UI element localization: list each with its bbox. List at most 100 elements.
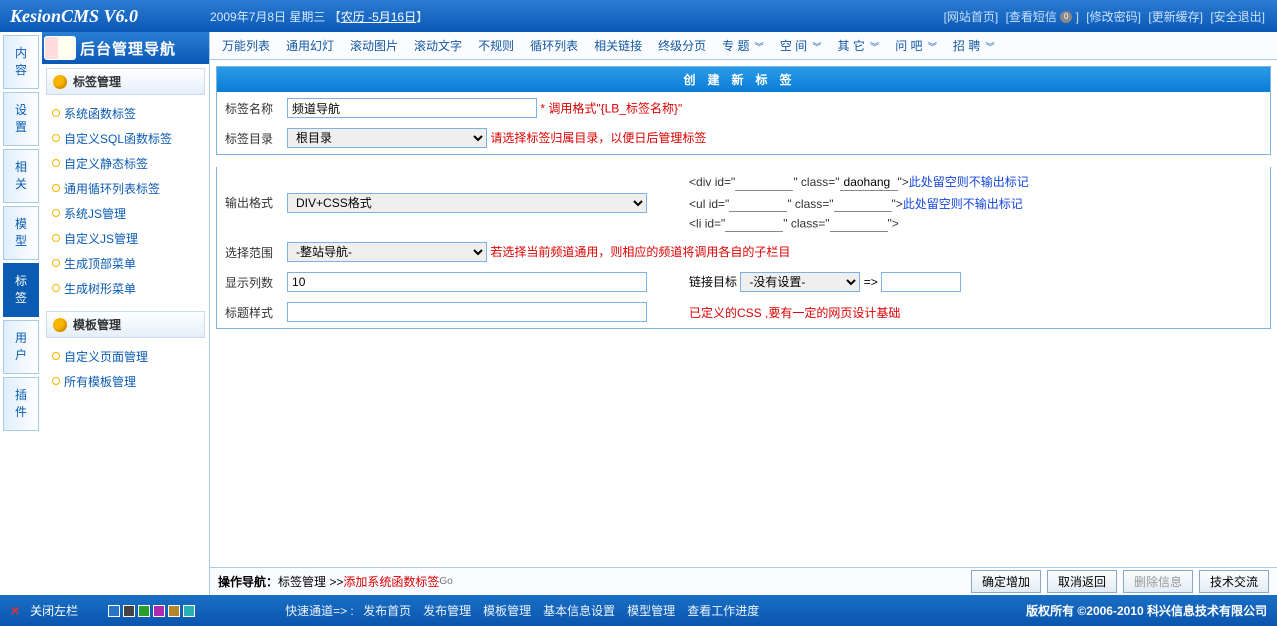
theme-swatch[interactable] <box>168 605 180 617</box>
lbl-target: 链接目标 <box>689 275 737 289</box>
menu-item[interactable]: 终级分页 <box>652 34 712 57</box>
menu-item[interactable]: 其 它 ︾ <box>832 34 886 57</box>
left-tab-3[interactable]: 模型 <box>3 206 39 260</box>
quick-link[interactable]: 查看工作进度 <box>687 604 759 618</box>
input-tag-name[interactable] <box>287 98 537 118</box>
menu-item[interactable]: 滚动文字 <box>408 34 468 57</box>
select-dir[interactable]: 根目录 <box>287 128 487 148</box>
menu-item[interactable]: 万能列表 <box>216 34 276 57</box>
left-tab-4[interactable]: 标签 <box>3 263 39 317</box>
lbl-tag-name: 标签名称 <box>219 94 279 122</box>
bullet-icon <box>53 318 67 332</box>
lunar-link[interactable]: 农历 -5月16日 <box>341 10 416 24</box>
chevron-down-icon: ︾ <box>812 42 821 52</box>
panel-title: 创建新标签 <box>217 67 1270 92</box>
nav-item[interactable]: 自定义SQL函数标签 <box>50 126 201 151</box>
menu-item[interactable]: 不规则 <box>472 34 520 57</box>
link-home[interactable]: [网站首页] <box>944 10 999 24</box>
input-ul-id[interactable] <box>729 196 787 212</box>
nav-title: 后台管理导航 <box>80 38 176 59</box>
note-tag-name: * 调用格式"{LB_标签名称}" <box>540 102 682 116</box>
menu-bar: 万能列表通用幻灯滚动图片滚动文字不规则循环列表相关链接终级分页专 题 ︾空 间 … <box>210 32 1277 60</box>
input-title-style[interactable] <box>287 302 647 322</box>
quick-link[interactable]: 发布首页 <box>363 604 411 618</box>
menu-item[interactable]: 通用幻灯 <box>280 34 340 57</box>
nav-item[interactable]: 自定义页面管理 <box>50 344 201 369</box>
select-target[interactable]: -没有设置- <box>740 272 860 292</box>
left-tabs: 内容设置相关模型标签用户插件 <box>0 32 42 595</box>
input-target-custom[interactable] <box>881 272 961 292</box>
btn-ok[interactable]: 确定增加 <box>971 570 1041 593</box>
copyright: 版权所有 ©2006-2010 科兴信息技术有限公司 <box>1026 602 1267 619</box>
theme-swatch[interactable] <box>138 605 150 617</box>
input-div-class[interactable] <box>840 175 898 191</box>
logo: KesionCMS V6.0 <box>10 6 210 27</box>
link-cache[interactable]: [更新缓存] <box>1148 10 1203 24</box>
nav-item[interactable]: 自定义JS管理 <box>50 226 201 251</box>
quick-link[interactable]: 模板管理 <box>483 604 531 618</box>
nav-column: 后台管理导航 标签管理系统函数标签自定义SQL函数标签自定义静态标签通用循环列表… <box>42 32 210 595</box>
close-icon[interactable]: ✕ <box>10 604 20 618</box>
menu-item[interactable]: 滚动图片 <box>344 34 404 57</box>
css-template: <div id="" class="">此处留空则不输出标记 <ul id=""… <box>683 169 1268 236</box>
nav-item[interactable]: 所有模板管理 <box>50 369 201 394</box>
nav-item[interactable]: 系统函数标签 <box>50 101 201 126</box>
bullet-icon <box>53 75 67 89</box>
chevron-down-icon: ︾ <box>870 42 879 52</box>
panel-create-tag: 创建新标签 标签名称 * 调用格式"{LB_标签名称}" 标签目录 根目录 请选… <box>216 66 1271 155</box>
link-exit[interactable]: [安全退出] <box>1210 10 1265 24</box>
note-css: 已定义的CSS ,要有一定的网页设计基础 <box>689 306 900 320</box>
nav-header: 后台管理导航 <box>42 32 209 64</box>
left-tab-0[interactable]: 内容 <box>3 35 39 89</box>
link-sms[interactable]: [查看短信 0 ] <box>1006 10 1079 24</box>
select-scope[interactable]: -整站导航- <box>287 242 487 262</box>
left-tab-1[interactable]: 设置 <box>3 92 39 146</box>
menu-item[interactable]: 相关链接 <box>588 34 648 57</box>
nav-item[interactable]: 通用循环列表标签 <box>50 176 201 201</box>
link-pwd[interactable]: [修改密码] <box>1086 10 1141 24</box>
nav-group-header[interactable]: 模板管理 <box>46 311 205 338</box>
select-output[interactable]: DIV+CSS格式 <box>287 193 647 213</box>
menu-item[interactable]: 问 吧 ︾ <box>889 34 943 57</box>
input-div-id[interactable] <box>735 175 793 191</box>
menu-item[interactable]: 招 聘 ︾ <box>947 34 1001 57</box>
nav-item[interactable]: 系统JS管理 <box>50 201 201 226</box>
theme-swatch[interactable] <box>108 605 120 617</box>
menu-item[interactable]: 专 题 ︾ <box>716 34 770 57</box>
theme-swatch[interactable] <box>183 605 195 617</box>
footer: ✕ 关闭左栏 快速通道=> : 发布首页发布管理模板管理基本信息设置模型管理查看… <box>0 595 1277 626</box>
menu-item[interactable]: 空 间 ︾ <box>774 34 828 57</box>
input-cols[interactable] <box>287 272 647 292</box>
content-area: 万能列表通用幻灯滚动图片滚动文字不规则循环列表相关链接终级分页专 题 ︾空 间 … <box>210 32 1277 595</box>
btn-cancel[interactable]: 取消返回 <box>1047 570 1117 593</box>
input-li-class[interactable] <box>830 216 888 232</box>
close-left-panel[interactable]: 关闭左栏 <box>30 602 78 619</box>
nav-item[interactable]: 自定义静态标签 <box>50 151 201 176</box>
bc-go: Go <box>439 576 452 587</box>
lbl-cols: 显示列数 <box>219 268 279 296</box>
note-dir: 请选择标签归属目录，以便日后管理标签 <box>490 131 706 145</box>
quick-link[interactable]: 发布管理 <box>423 604 471 618</box>
btn-delete[interactable]: 删除信息 <box>1123 570 1193 593</box>
menu-item[interactable]: 循环列表 <box>524 34 584 57</box>
bc-lead: 操作导航： <box>218 573 278 590</box>
left-tab-6[interactable]: 插件 <box>3 377 39 431</box>
tip-ul: 此处留空则不输出标记 <box>903 197 1023 211</box>
theme-swatch[interactable] <box>153 605 165 617</box>
lbl-output: 输出格式 <box>219 169 279 236</box>
theme-swatch[interactable] <box>123 605 135 617</box>
input-ul-class[interactable] <box>834 196 892 212</box>
nav-item[interactable]: 生成树形菜单 <box>50 276 201 301</box>
left-tab-2[interactable]: 相关 <box>3 149 39 203</box>
quick-link[interactable]: 基本信息设置 <box>543 604 615 618</box>
left-tab-5[interactable]: 用户 <box>3 320 39 374</box>
note-scope: 若选择当前频道通用，则相应的频道将调用各自的子栏目 <box>490 245 790 259</box>
bc-path: 标签管理 >> <box>278 573 343 590</box>
nav-group-header[interactable]: 标签管理 <box>46 68 205 95</box>
quick-link[interactable]: 模型管理 <box>627 604 675 618</box>
arrow-label: => <box>864 275 878 289</box>
btn-tech[interactable]: 技术交流 <box>1199 570 1269 593</box>
nav-item[interactable]: 生成顶部菜单 <box>50 251 201 276</box>
panel-output: 输出格式 DIV+CSS格式 <div id="" class="">此处留空则… <box>216 167 1271 329</box>
input-li-id[interactable] <box>725 216 783 232</box>
